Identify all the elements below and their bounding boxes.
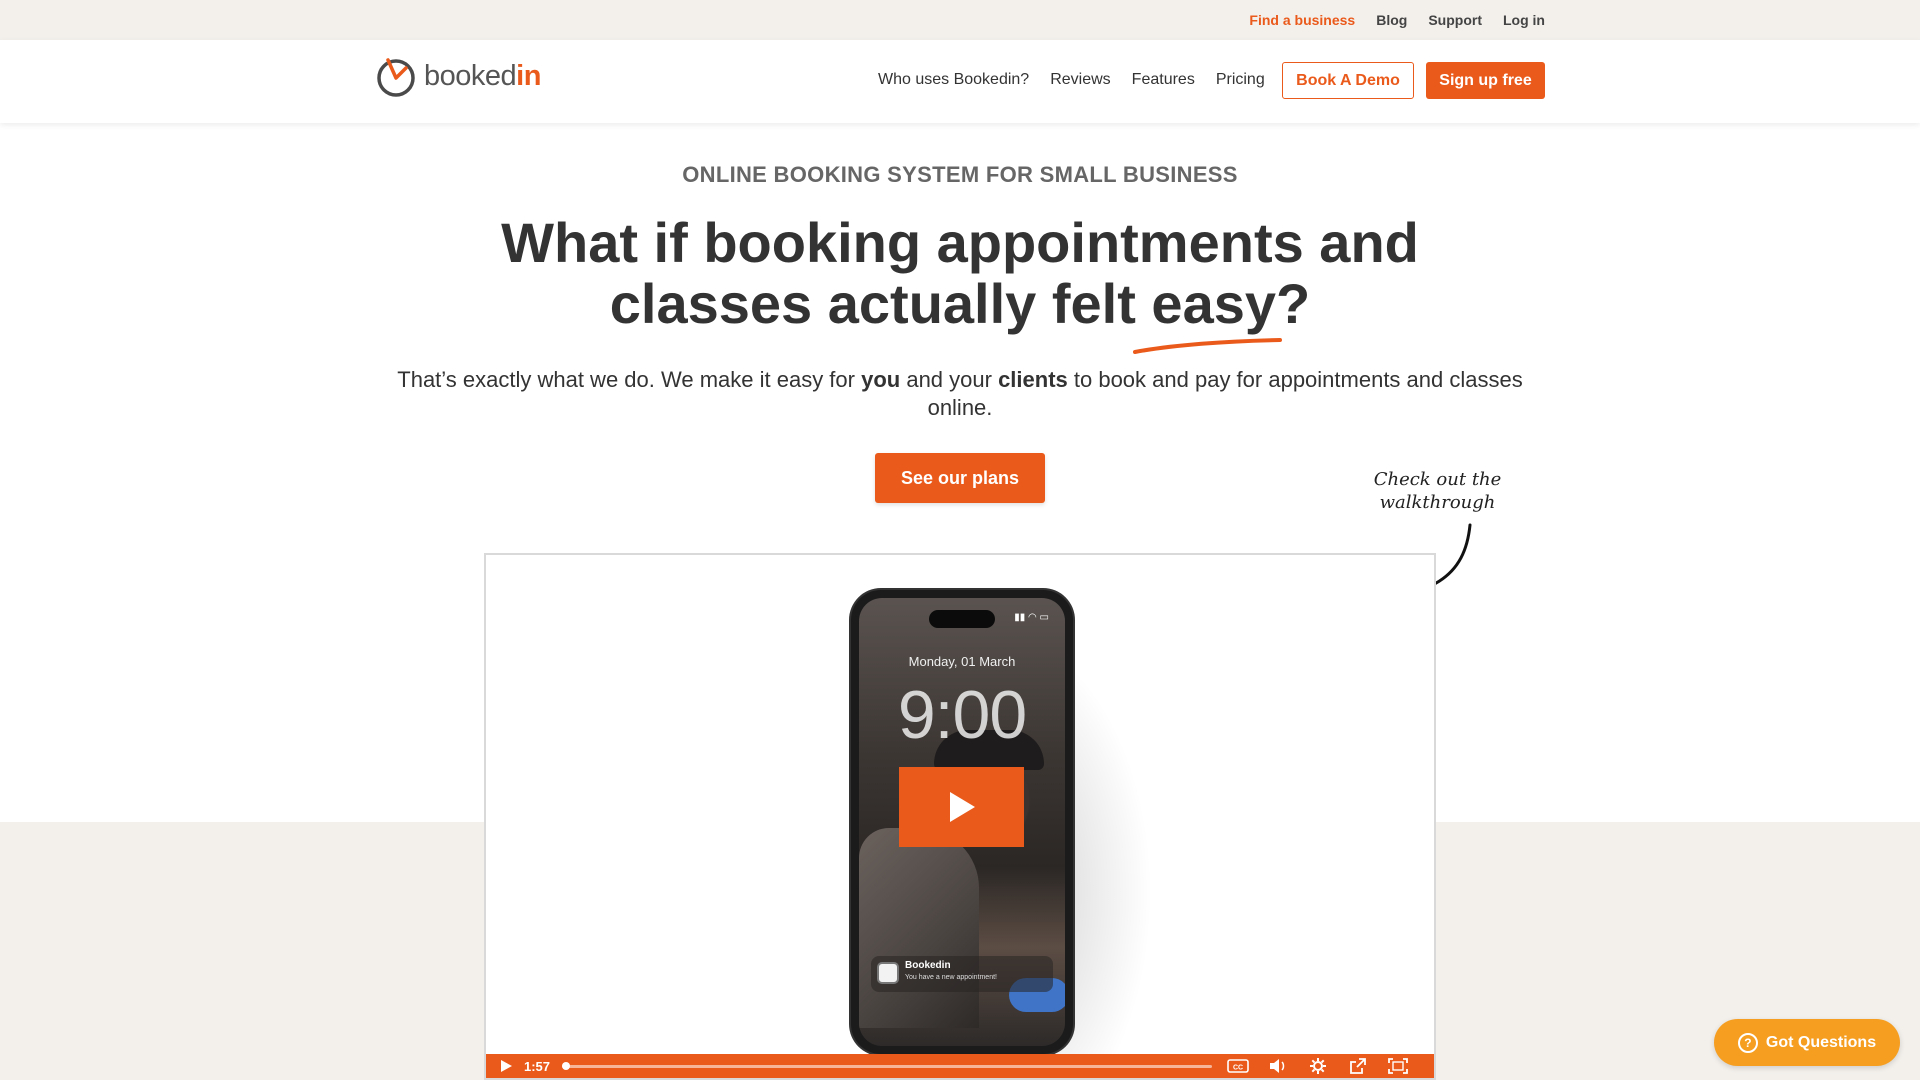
nav-reviews[interactable]: Reviews — [1050, 71, 1110, 89]
brush-underline — [1133, 338, 1282, 354]
settings-gear-icon[interactable] — [1306, 1056, 1330, 1076]
notification-title: Bookedin — [905, 960, 951, 971]
login-link[interactable]: Log in — [1503, 12, 1545, 28]
headline-end: ? — [1276, 272, 1311, 335]
headline-line-1: What if booking appointments and — [501, 211, 1419, 274]
headline-emphasis: easy — [1151, 272, 1276, 335]
dynamic-island — [929, 610, 995, 628]
notification-text: You have a new appointment! — [905, 974, 997, 981]
nav-who-uses[interactable]: Who uses Bookedin? — [878, 71, 1029, 89]
logo-text-accent: in — [516, 59, 541, 92]
lock-screen-time: 9:00 — [897, 677, 1027, 753]
hero-subtext: That’s exactly what we do. We make it ea… — [395, 366, 1525, 422]
subtext-part-1: That’s exactly what we do. We make it ea… — [397, 367, 862, 392]
find-business-link[interactable]: Find a business — [1249, 12, 1355, 28]
subtext-you: you — [861, 367, 901, 392]
top-utility-bar: Find a business Blog Support Log in — [0, 0, 1920, 40]
play-icon — [949, 792, 975, 822]
primary-nav: Who uses Bookedin? Reviews Features Pric… — [878, 71, 1265, 89]
share-icon[interactable] — [1346, 1056, 1370, 1076]
question-icon: ? — [1737, 1032, 1758, 1053]
got-questions-chat-button[interactable]: ? Got Questions — [1714, 1019, 1900, 1066]
walkthrough-note: Check out the walkthrough — [1370, 468, 1505, 514]
sign-up-button[interactable]: Sign up free — [1426, 62, 1545, 99]
logo-wordmark: bookedin — [424, 60, 541, 93]
chat-label: Got Questions — [1765, 1033, 1877, 1051]
headline-line-2: classes actually felt — [609, 272, 1152, 335]
fullscreen-icon[interactable] — [1386, 1056, 1410, 1076]
hero-eyebrow: ONLINE BOOKING SYSTEM FOR SMALL BUSINESS — [682, 162, 1238, 187]
bookedin-logo[interactable]: bookedin — [374, 54, 541, 98]
subtext-part-2: and your — [900, 367, 999, 392]
walkthrough-video-player[interactable]: ▮▮ ◠ ▭ Monday, 01 March 9:00 Bookedin Yo… — [484, 553, 1436, 1080]
video-duration: 1:57 — [524, 1058, 551, 1074]
lock-screen-date: Monday, 01 March — [908, 654, 1016, 669]
volume-icon[interactable] — [1266, 1056, 1290, 1076]
nav-features[interactable]: Features — [1132, 71, 1195, 89]
bookedin-app-icon — [877, 962, 899, 984]
main-header: bookedin Who uses Bookedin? Reviews Feat… — [0, 40, 1920, 123]
utility-links: Find a business Blog Support Log in — [1249, 12, 1545, 28]
svg-text:CC: CC — [1233, 1065, 1243, 1072]
big-play-button[interactable] — [899, 767, 1024, 847]
status-icons: ▮▮ ◠ ▭ — [1014, 612, 1049, 623]
scrubber-handle[interactable] — [562, 1061, 571, 1070]
book-demo-button[interactable]: Book A Demo — [1282, 62, 1414, 99]
captions-icon[interactable]: CC — [1226, 1056, 1250, 1076]
control-icons: CC — [1226, 1056, 1410, 1076]
nav-pricing[interactable]: Pricing — [1216, 71, 1265, 89]
app-notification: Bookedin You have a new appointment! — [871, 956, 1053, 992]
note-line-1: Check out the — [1373, 469, 1502, 490]
see-plans-button[interactable]: See our plans — [875, 453, 1045, 503]
small-play-icon[interactable] — [498, 1058, 514, 1074]
hero-headline: What if booking appointments and classes… — [0, 212, 1920, 334]
note-line-2: walkthrough — [1379, 492, 1496, 513]
video-controls-bar: 1:57 CC — [486, 1054, 1434, 1078]
video-scrubber[interactable] — [562, 1061, 1213, 1070]
support-link[interactable]: Support — [1428, 12, 1482, 28]
clock-logo-icon — [377, 58, 415, 97]
blog-link[interactable]: Blog — [1376, 12, 1407, 28]
logo-text-main: booked — [424, 59, 517, 92]
subtext-clients: clients — [998, 367, 1068, 392]
